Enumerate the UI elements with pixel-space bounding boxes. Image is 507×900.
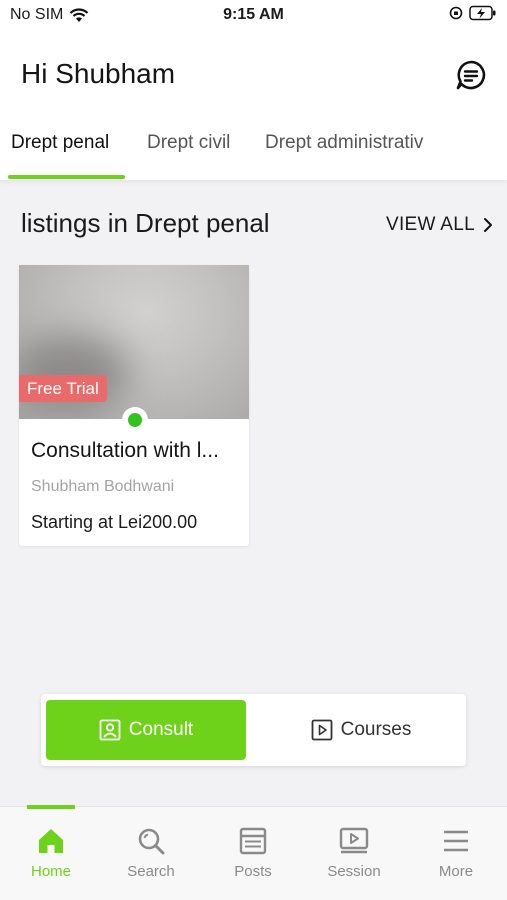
- tab-search[interactable]: Search: [106, 825, 196, 880]
- chevron-right-icon: [484, 218, 492, 232]
- courses-label: Courses: [340, 719, 412, 740]
- consult-button[interactable]: Consult: [46, 700, 246, 760]
- tab-drept-civil[interactable]: Drept civil: [147, 132, 230, 154]
- category-tabs: Drept penal Drept civil Drept administra…: [0, 108, 507, 180]
- tab-more[interactable]: More: [411, 825, 501, 880]
- bottom-tab-bar: Home Search Posts Session More: [0, 805, 507, 900]
- person-icon: [99, 719, 121, 741]
- battery-charging-icon: [469, 5, 496, 21]
- tab-session[interactable]: Session: [309, 825, 399, 880]
- section-title: listings in Drept penal: [21, 208, 270, 238]
- menu-icon: [444, 830, 468, 852]
- active-bottom-tab-indicator: [27, 805, 75, 809]
- tab-drept-administrativ[interactable]: Drept administrativ: [265, 132, 423, 154]
- listing-title: Consultation with l...: [31, 439, 219, 462]
- tab-posts-label: Posts: [234, 863, 272, 880]
- view-all-label: VIEW ALL: [386, 214, 475, 235]
- posts-icon: [239, 827, 267, 855]
- greeting-title: Hi Shubham: [21, 58, 176, 89]
- app-header: Hi Shubham: [0, 34, 507, 108]
- view-all-link[interactable]: VIEW ALL: [386, 214, 493, 236]
- status-time: 9:15 AM: [223, 6, 284, 23]
- tab-more-label: More: [438, 863, 474, 880]
- tab-home[interactable]: Home: [6, 825, 96, 880]
- status-bar: No SIM 9:15 AM: [0, 0, 507, 34]
- chat-button[interactable]: [455, 59, 487, 91]
- tab-drept-penal[interactable]: Drept penal: [11, 132, 109, 154]
- courses-button[interactable]: Courses: [271, 700, 451, 760]
- listing-card[interactable]: Free Trial Consultation with l... Shubha…: [19, 265, 249, 546]
- active-tab-indicator: [8, 175, 125, 179]
- play-square-icon: [311, 719, 333, 741]
- online-status-indicator: [122, 407, 148, 433]
- free-trial-badge: Free Trial: [19, 375, 107, 402]
- search-icon: [138, 828, 165, 855]
- status-right: [449, 5, 497, 21]
- consult-label: Consult: [128, 719, 194, 740]
- chat-icon: [456, 60, 486, 90]
- session-icon: [339, 827, 369, 854]
- tab-home-label: Home: [30, 863, 71, 880]
- consult-courses-toggle: Consult Courses: [41, 694, 466, 766]
- home-icon: [39, 829, 63, 853]
- tab-search-label: Search: [127, 863, 175, 880]
- tab-session-label: Session: [327, 863, 381, 880]
- orientation-lock-icon: [449, 6, 463, 20]
- tab-posts[interactable]: Posts: [208, 825, 298, 880]
- listing-author: Shubham Bodhwani: [31, 478, 175, 495]
- listing-price: Starting at Lei200.00: [31, 512, 198, 532]
